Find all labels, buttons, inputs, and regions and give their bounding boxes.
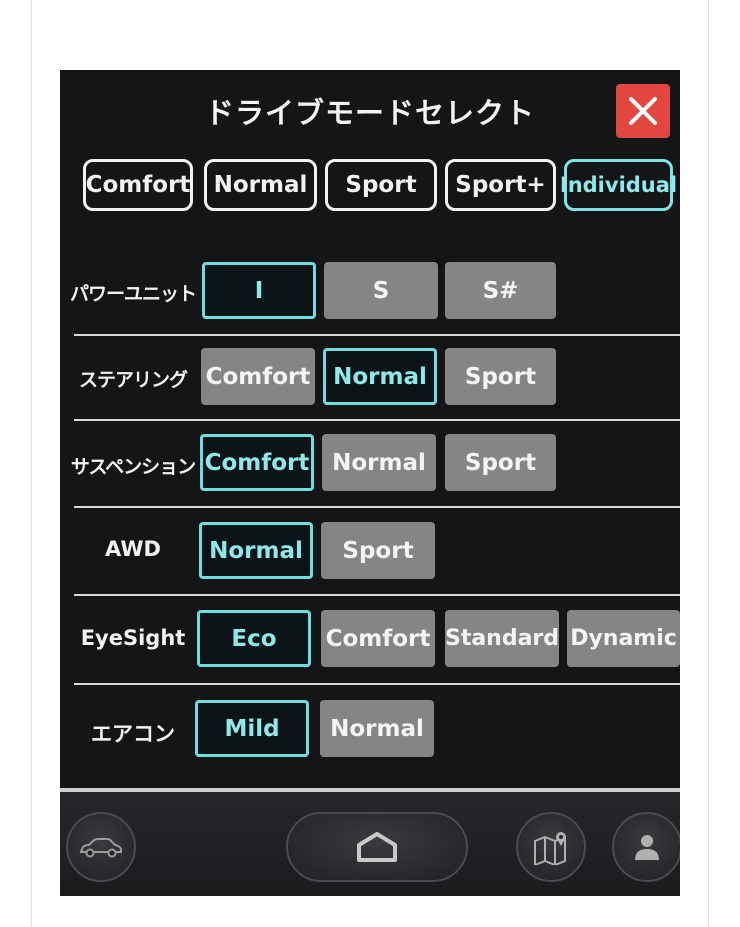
suspension-option-comfort[interactable]: Comfort: [200, 434, 314, 491]
power-unit-option-s-sharp[interactable]: S#: [445, 262, 556, 319]
profile-button[interactable]: [612, 812, 680, 882]
steering-option-comfort[interactable]: Comfort: [201, 348, 315, 405]
mode-sport-plus-button[interactable]: Sport+: [445, 159, 556, 211]
mode-comfort-button[interactable]: Comfort: [83, 159, 193, 211]
row-divider: [74, 334, 680, 336]
eyesight-option-eco[interactable]: Eco: [197, 610, 311, 667]
steering-option-sport[interactable]: Sport: [445, 348, 556, 405]
row-label-awd: AWD: [105, 537, 161, 561]
row-divider: [74, 506, 680, 508]
row-label-eyesight: EyeSight: [80, 626, 186, 650]
drive-mode-screen: ドライブモードセレクト Comfort Normal Sport Sport+ …: [60, 70, 680, 896]
car-button[interactable]: [66, 812, 136, 882]
row-label-steering: ステアリング: [78, 369, 188, 391]
home-button[interactable]: [286, 812, 468, 882]
row-divider: [74, 683, 680, 685]
car-icon: [79, 838, 122, 858]
mode-sport-button[interactable]: Sport: [325, 159, 437, 211]
map-icon: [534, 832, 566, 865]
page-title: ドライブモードセレクト: [204, 96, 535, 130]
eyesight-option-standard[interactable]: Standard: [445, 610, 559, 667]
mode-normal-button[interactable]: Normal: [204, 159, 317, 211]
awd-option-sport[interactable]: Sport: [321, 522, 435, 579]
suspension-option-normal[interactable]: Normal: [322, 434, 436, 491]
row-divider: [74, 419, 680, 421]
aircon-option-mild[interactable]: Mild: [195, 700, 309, 757]
map-button[interactable]: [516, 812, 586, 882]
bottom-nav-bar: [60, 788, 680, 896]
suspension-option-sport[interactable]: Sport: [445, 434, 556, 491]
home-icon: [357, 832, 397, 862]
row-divider: [74, 594, 680, 596]
aircon-option-normal[interactable]: Normal: [320, 700, 434, 757]
awd-option-normal[interactable]: Normal: [199, 522, 313, 579]
profile-icon: [635, 835, 659, 860]
steering-option-normal[interactable]: Normal: [323, 348, 437, 405]
row-label-power-unit: パワーユニット: [69, 283, 197, 305]
power-unit-option-s[interactable]: S: [324, 262, 438, 319]
row-label-suspension: サスペンション: [70, 456, 196, 478]
close-icon: [629, 97, 657, 125]
mode-individual-button[interactable]: Individual: [560, 159, 677, 211]
close-button[interactable]: [616, 84, 670, 138]
row-label-air-conditioner: エアコン: [91, 722, 175, 746]
eyesight-option-comfort[interactable]: Comfort: [321, 610, 435, 667]
power-unit-option-i[interactable]: I: [202, 262, 316, 319]
page-border-right: [708, 0, 709, 927]
eyesight-option-dynamic[interactable]: Dynamic: [567, 610, 680, 667]
page-border-left: [31, 0, 32, 927]
